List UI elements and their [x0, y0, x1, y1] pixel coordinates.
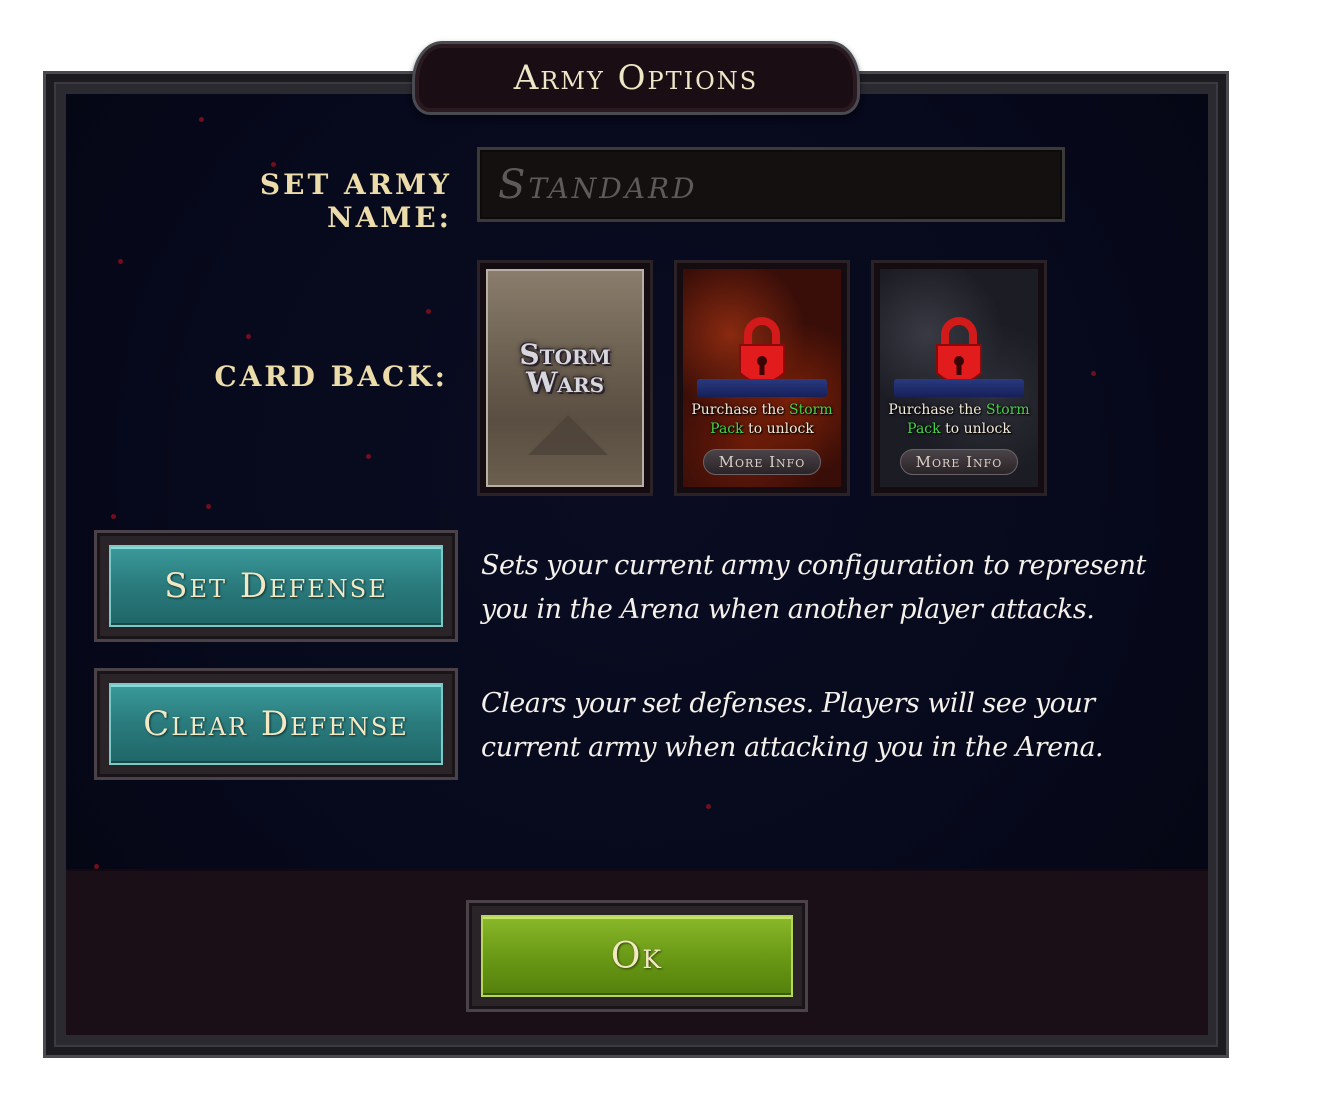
more-info-button[interactable]: More Info — [900, 449, 1018, 475]
more-info-button[interactable]: More Info — [703, 449, 821, 475]
card-back-lava[interactable]: Purchase the Storm Pack to unlock More I… — [674, 260, 850, 496]
ok-button-frame: Ok — [466, 900, 808, 1012]
card-back-art: Purchase the Storm Pack to unlock More I… — [683, 269, 841, 487]
set-defense-button[interactable]: Set Defense — [109, 545, 443, 627]
set-defense-description: Sets your current army configuration to … — [481, 550, 1146, 625]
card-back-art: Storm Wars — [486, 269, 644, 487]
army-name-input[interactable] — [477, 147, 1065, 222]
card-back-art: Purchase the Storm Pack to unlock More I… — [880, 269, 1038, 487]
card-back-label: CARD BACK: — [214, 360, 448, 393]
card-back-skulls[interactable]: Purchase the Storm Pack to unlock More I… — [871, 260, 1047, 496]
army-name-label: SET ARMY NAME: — [259, 168, 452, 234]
unlock-message: Purchase the Storm Pack to unlock — [888, 402, 1030, 437]
lock-banner — [894, 379, 1024, 397]
clear-defense-description: Clears your set defenses. Players will s… — [481, 688, 1104, 763]
clear-defense-button-frame: Clear Defense — [94, 668, 458, 780]
mountain-art — [528, 415, 608, 455]
set-defense-button-frame: Set Defense — [94, 530, 458, 642]
lock-banner — [697, 379, 827, 397]
storm-wars-logo: Storm Wars — [519, 338, 611, 399]
ok-button[interactable]: Ok — [481, 915, 793, 997]
dialog-title: Army Options — [513, 58, 759, 98]
clear-defense-button[interactable]: Clear Defense — [109, 683, 443, 765]
title-tab: Army Options — [412, 41, 860, 115]
card-back-storm-wars[interactable]: Storm Wars — [477, 260, 653, 496]
unlock-message: Purchase the Storm Pack to unlock — [691, 402, 833, 437]
